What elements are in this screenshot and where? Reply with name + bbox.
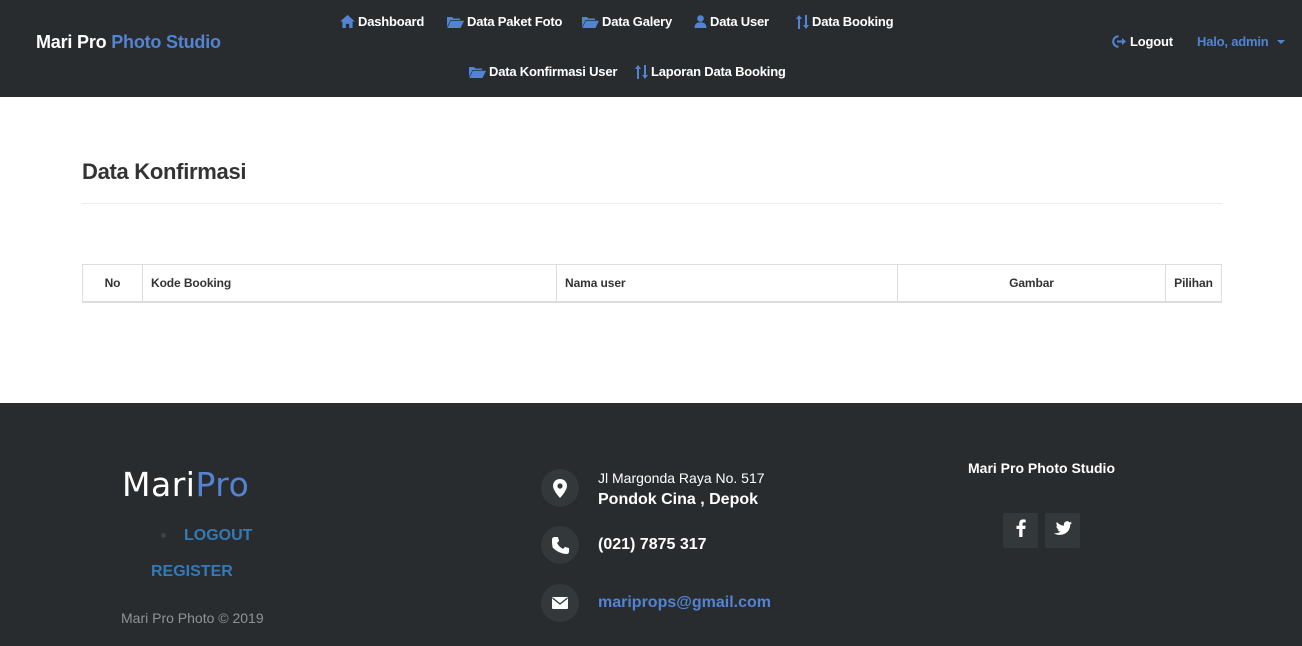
nav-data-konfirmasi-user-label: Data Konfirmasi User [489, 64, 618, 79]
user-menu-dropdown[interactable]: Halo, admin [1197, 34, 1286, 49]
caret-down-icon [1277, 39, 1286, 44]
navbar: Mari Pro Photo Studio Dashboard Data Pak… [0, 0, 1302, 97]
page-title: Data Konfirmasi [82, 159, 247, 184]
list-bullet [161, 533, 166, 538]
divider [82, 203, 1222, 204]
folder-open-icon [469, 66, 486, 78]
nav-laporan-data-booking[interactable]: Laporan Data Booking [635, 64, 786, 79]
twitter-icon [1053, 520, 1072, 541]
facebook-icon [1016, 519, 1026, 542]
home-icon [340, 15, 355, 28]
footer-logo-accent: Pro [195, 465, 250, 504]
nav-data-paket-foto-label: Data Paket Foto [467, 14, 563, 29]
brand-name: Mari Pro [36, 32, 107, 52]
phone-icon [541, 526, 579, 564]
folder-open-icon [447, 16, 464, 28]
address-line-2: Pondok Cina , Depok [598, 491, 759, 508]
sort-arrows-icon [796, 14, 809, 29]
user-greeting: Halo, admin [1197, 34, 1269, 49]
nav-dashboard-label: Dashboard [358, 14, 425, 29]
nav-data-user[interactable]: Data User [694, 14, 769, 29]
sort-arrows-icon [635, 64, 648, 79]
nav-logout-label: Logout [1130, 34, 1173, 49]
column-header-gambar: Gambar [898, 265, 1166, 301]
nav-data-booking[interactable]: Data Booking [796, 14, 894, 29]
copyright-text: Mari Pro Photo © 2019 [121, 610, 264, 626]
column-header-kode-booking: Kode Booking [143, 265, 557, 301]
nav-data-user-label: Data User [710, 14, 769, 29]
column-header-nama-user: Nama user [557, 265, 898, 301]
envelope-icon [541, 584, 579, 622]
user-icon [694, 15, 707, 28]
logout-icon [1112, 35, 1127, 48]
footer-about-title: Mari Pro Photo Studio [968, 460, 1115, 476]
nav-laporan-data-booking-label: Laporan Data Booking [651, 64, 786, 79]
nav-data-galery-label: Data Galery [602, 14, 673, 29]
map-marker-icon [541, 469, 579, 507]
footer-logout-link[interactable]: LOGOUT [184, 527, 252, 545]
footer: MariPro LOGOUT REGISTER Mari Pro Photo ©… [0, 403, 1302, 646]
column-header-no: No [83, 265, 143, 301]
twitter-button[interactable] [1045, 513, 1080, 548]
nav-logout[interactable]: Logout [1112, 34, 1173, 49]
nav-data-konfirmasi-user[interactable]: Data Konfirmasi User [469, 64, 617, 79]
facebook-button[interactable] [1003, 513, 1038, 548]
brand-logo[interactable]: Mari Pro Photo Studio [36, 32, 221, 53]
email-link[interactable]: mariprops@gmail.com [598, 594, 771, 612]
address-line-1: Jl Margonda Raya No. 517 [598, 470, 765, 486]
nav-dashboard[interactable]: Dashboard [340, 14, 424, 29]
folder-open-icon [582, 16, 599, 28]
nav-data-paket-foto[interactable]: Data Paket Foto [447, 14, 562, 29]
footer-logo: MariPro [122, 465, 249, 504]
nav-data-galery[interactable]: Data Galery [582, 14, 672, 29]
footer-logo-main: Mari [122, 465, 196, 504]
brand-accent: Photo Studio [111, 32, 221, 52]
nav-data-booking-label: Data Booking [812, 14, 894, 29]
footer-register-link[interactable]: REGISTER [151, 563, 233, 581]
column-header-pilihan: Pilihan [1174, 276, 1213, 290]
konfirmasi-table: No Kode Booking Nama user Gambar Pilihan [82, 264, 1222, 303]
phone-number: (021) 7875 317 [598, 536, 707, 553]
